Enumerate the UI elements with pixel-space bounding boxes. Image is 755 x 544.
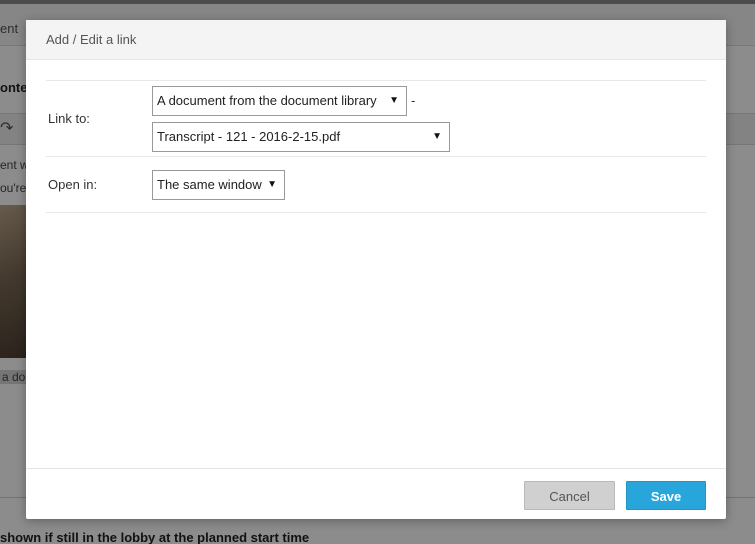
dialog-body: Link to: A document from the document li… xyxy=(46,80,706,213)
cancel-button[interactable]: Cancel xyxy=(524,481,615,510)
link-to-row: Link to: A document from the document li… xyxy=(46,80,706,156)
open-in-label: Open in: xyxy=(48,177,98,192)
open-in-row: Open in: The same window ▼ xyxy=(46,156,706,213)
link-type-select[interactable]: A document from the document library ▼ xyxy=(152,85,407,116)
separator-dash: - xyxy=(411,93,416,108)
open-in-select[interactable]: The same window ▼ xyxy=(152,169,285,200)
chevron-down-icon: ▼ xyxy=(432,130,442,142)
link-to-controls: A document from the document library ▼ -… xyxy=(152,85,450,152)
open-in-value: The same window xyxy=(157,176,262,192)
dialog-footer: Cancel Save xyxy=(26,468,726,519)
document-select[interactable]: Transcript - 121 - 2016-2-15.pdf ▼ xyxy=(152,121,450,152)
dialog-title: Add / Edit a link xyxy=(46,32,137,47)
chevron-down-icon: ▼ xyxy=(389,94,399,106)
link-type-line: A document from the document library ▼ - xyxy=(152,85,450,116)
document-line: Transcript - 121 - 2016-2-15.pdf ▼ xyxy=(152,121,450,152)
link-type-value: A document from the document library xyxy=(157,92,377,108)
dialog-header: Add / Edit a link xyxy=(26,20,726,60)
link-dialog: Add / Edit a link Link to: A document fr… xyxy=(26,20,726,519)
save-button[interactable]: Save xyxy=(626,481,706,510)
link-to-label: Link to: xyxy=(48,111,90,126)
document-value: Transcript - 121 - 2016-2-15.pdf xyxy=(157,128,341,144)
chevron-down-icon: ▼ xyxy=(267,178,277,190)
